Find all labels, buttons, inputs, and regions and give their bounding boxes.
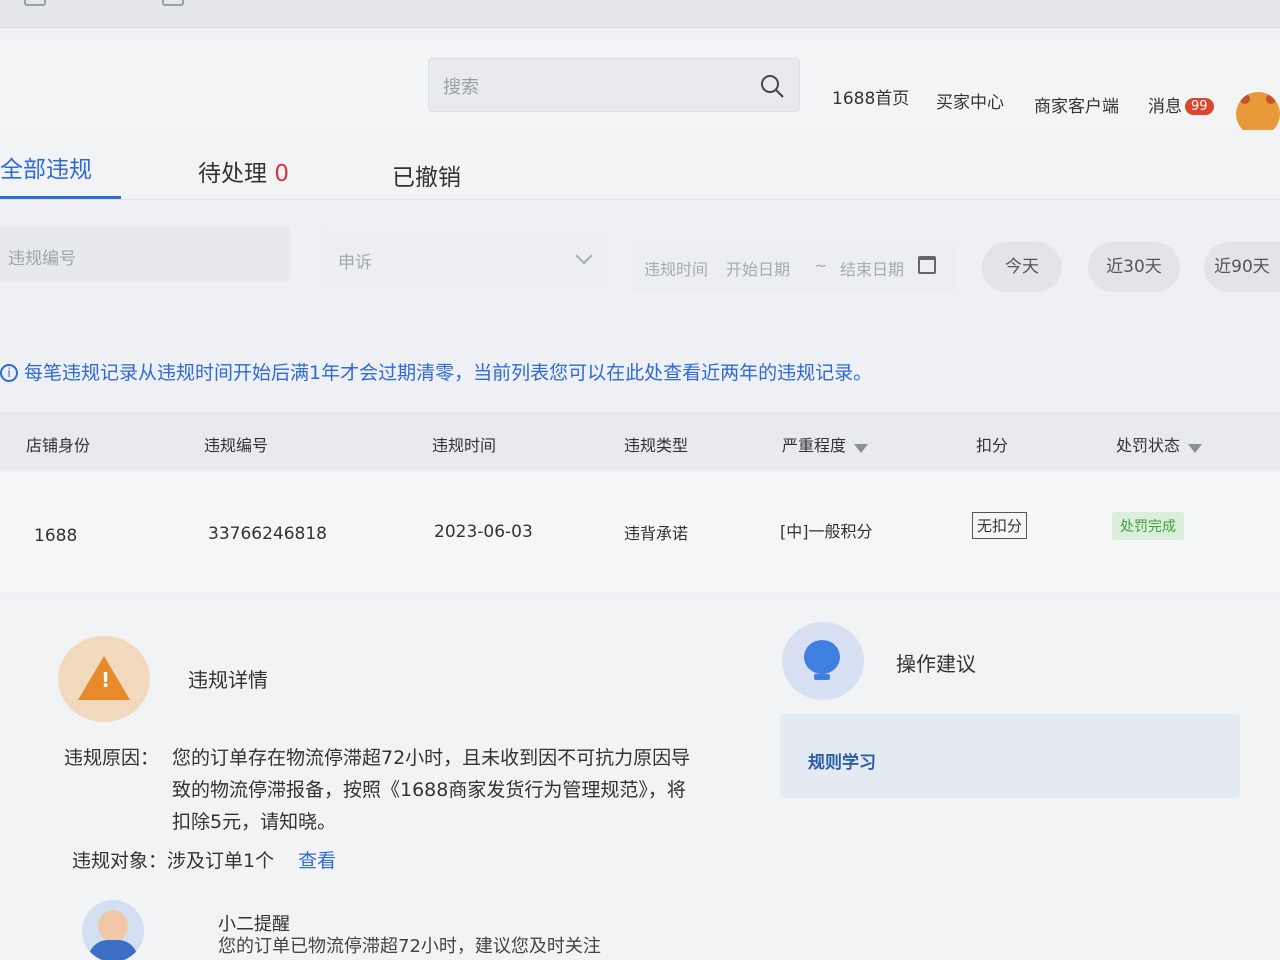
- rule-study-label: 规则学习: [808, 753, 876, 773]
- end-date[interactable]: 结束日期: [840, 256, 904, 280]
- start-date[interactable]: 开始日期: [726, 256, 790, 280]
- score-tag: 无扣分: [972, 512, 1028, 539]
- date-label: 违规时间: [644, 260, 709, 279]
- search-input[interactable]: 搜索: [428, 58, 800, 112]
- rule-study-card[interactable]: 规则学习: [780, 714, 1240, 798]
- message-badge: 99: [1185, 98, 1214, 115]
- quick-today-button[interactable]: 今天: [982, 242, 1062, 292]
- cell-violation-no: 33766246818: [208, 524, 327, 544]
- search-placeholder: 搜索: [443, 77, 479, 98]
- reminder-text: 您的订单已物流停滞超72小时，建议您及时关注: [218, 936, 601, 957]
- violation-reason: 违规原因： 您的订单存在物流停滞超72小时，且未收到因不可抗力原因导致的物流停滞…: [64, 742, 704, 838]
- column-header: 店铺身份: [26, 436, 91, 455]
- bulb-base: [814, 674, 830, 680]
- column-header: 扣分: [976, 436, 1009, 455]
- column-header: 违规类型: [624, 436, 689, 455]
- cell-severity: [中]一般积分: [780, 522, 873, 541]
- chevron-down-icon: [575, 247, 593, 265]
- details-title: 违规详情: [188, 668, 268, 692]
- filter-icon[interactable]: [854, 444, 869, 453]
- column-header-label: 严重程度: [782, 436, 847, 455]
- nav-messages[interactable]: 消息 99: [1148, 92, 1214, 117]
- quick-30-days-button[interactable]: 近30天: [1088, 242, 1180, 292]
- bulb-icon: [782, 622, 864, 700]
- table-header: 店铺身份 违规编号 违规时间 违规类型 严重程度 扣分 处罚状态: [0, 412, 1280, 470]
- top-strip: [0, 0, 1280, 28]
- search-icon[interactable]: [759, 73, 785, 99]
- agent-avatar: [82, 900, 144, 960]
- tab-all-violations[interactable]: 全部违规: [0, 150, 92, 184]
- column-header-label: 处罚状态: [1116, 436, 1181, 455]
- filter-bar: 违规编号 申诉 违规时间 开始日期 ~ 结束日期 今天 近30天 近90天: [0, 220, 1280, 300]
- column-header-status[interactable]: 处罚状态: [1116, 432, 1203, 456]
- window-icon: [24, 0, 46, 6]
- notice: i 每笔违规记录从违规时间开始后满1年才会过期清零，当前列表您可以在此处查看近两年…: [0, 358, 872, 385]
- notice-text: 每笔违规记录从违规时间开始后满1年才会过期清零，当前列表您可以在此处查看近两年的…: [24, 362, 873, 384]
- nav-merchant-client[interactable]: 商家客户端: [1034, 92, 1119, 117]
- violation-no-placeholder: 违规编号: [8, 249, 76, 269]
- cell-time: 2023-06-03: [434, 522, 533, 542]
- warning-icon: !: [58, 636, 150, 722]
- messages-label: 消息: [1148, 97, 1182, 117]
- cell-shop: 1688: [34, 526, 78, 546]
- calendar-icon[interactable]: [918, 256, 936, 274]
- window-icon: [162, 0, 184, 6]
- violation-no-input[interactable]: 违规编号: [0, 226, 290, 282]
- nav-buyer-center[interactable]: 买家中心: [936, 88, 1004, 113]
- cell-type: 违背承诺: [624, 524, 689, 543]
- avatar-horn-icon: [1266, 94, 1276, 104]
- avatar-horn-icon: [1240, 94, 1250, 104]
- column-header: 违规时间: [432, 436, 497, 455]
- pending-count: 0: [274, 161, 289, 187]
- reason-text: 您的订单存在物流停滞超72小时，且未收到因不可抗力原因导致的物流停滞报备，按照《…: [172, 747, 691, 833]
- filter-icon[interactable]: [1188, 444, 1203, 453]
- target-label: 违规对象：涉及订单1个: [72, 850, 275, 872]
- view-link[interactable]: 查看: [298, 850, 336, 872]
- suggestion-title: 操作建议: [896, 652, 976, 676]
- status-badge: 处罚完成: [1112, 512, 1184, 540]
- appeal-placeholder: 申诉: [338, 253, 372, 273]
- tab-pending[interactable]: 待处理 0: [198, 154, 289, 188]
- table-row[interactable]: 1688 33766246818 2023-06-03 违背承诺 [中]一般积分…: [0, 472, 1280, 592]
- column-header: 违规编号: [204, 436, 269, 455]
- tab-revoked[interactable]: 已撤销: [392, 158, 461, 192]
- info-icon: i: [0, 364, 18, 382]
- column-header-severity[interactable]: 严重程度: [782, 432, 869, 456]
- date-range-picker[interactable]: 违规时间 开始日期 ~ 结束日期: [630, 242, 956, 292]
- date-separator: ~: [814, 256, 828, 275]
- active-tab-indicator: [0, 196, 121, 199]
- agent-face: [98, 910, 128, 942]
- bulb-glass: [804, 640, 840, 674]
- nav-1688-home[interactable]: 1688首页: [832, 84, 909, 109]
- appeal-select[interactable]: 申诉: [320, 230, 610, 286]
- reason-label: 违规原因：: [64, 747, 160, 769]
- tab-pending-label: 待处理: [198, 161, 267, 187]
- tab-bar: 全部违规 待处理 0 已撤销: [0, 130, 1280, 200]
- exclamation-mark: !: [101, 668, 111, 692]
- agent-body: [88, 940, 138, 960]
- quick-90-days-button[interactable]: 近90天: [1204, 242, 1280, 292]
- violation-target: 违规对象：涉及订单1个 查看: [72, 846, 336, 873]
